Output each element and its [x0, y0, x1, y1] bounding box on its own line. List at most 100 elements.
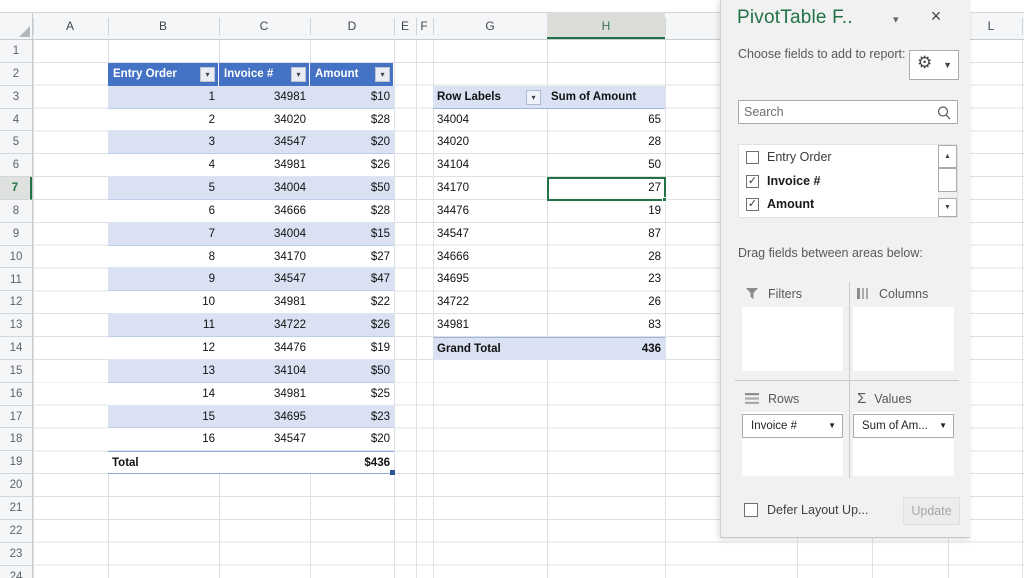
column-header-G[interactable]: G [485, 13, 494, 39]
table-cell[interactable]: $28 [310, 109, 394, 132]
row-header-10[interactable]: 10 [0, 246, 32, 269]
pivot-label-cell[interactable]: 34722 [433, 291, 547, 314]
total-empty-cell[interactable] [219, 452, 310, 475]
table-resize-handle[interactable] [390, 470, 395, 475]
row-header-24[interactable]: 24 [0, 566, 32, 578]
table-cell[interactable]: $26 [310, 154, 394, 177]
table-cell[interactable]: 34981 [219, 383, 310, 406]
table-cell[interactable]: 2 [108, 109, 219, 132]
table-cell[interactable]: 34981 [219, 86, 310, 109]
table-cell[interactable]: $23 [310, 406, 394, 429]
filter-dropdown-icon[interactable]: ▾ [200, 67, 215, 82]
table-cell[interactable]: $28 [310, 200, 394, 223]
column-header-E[interactable]: E [401, 13, 409, 39]
filters-drop-area[interactable] [742, 307, 843, 371]
row-header-8[interactable]: 8 [0, 200, 32, 223]
row-header-21[interactable]: 21 [0, 497, 32, 520]
table-cell[interactable]: $20 [310, 428, 394, 451]
row-header-3[interactable]: 3 [0, 86, 32, 109]
table-cell[interactable]: 34547 [219, 428, 310, 451]
row-header-15[interactable]: 15 [0, 360, 32, 383]
table-cell[interactable]: 15 [108, 406, 219, 429]
table-cell[interactable]: 5 [108, 177, 219, 200]
row-header-23[interactable]: 23 [0, 543, 32, 566]
pane-options-caret-icon[interactable]: ▾ [893, 13, 899, 26]
row-header-18[interactable]: 18 [0, 428, 32, 451]
update-button[interactable]: Update [903, 497, 960, 525]
pivot-label-cell[interactable]: 34020 [433, 131, 547, 154]
field-checkbox[interactable] [746, 151, 759, 164]
pivot-value-cell[interactable]: 28 [547, 246, 665, 269]
fill-handle[interactable] [662, 197, 667, 202]
table-cell[interactable]: 34981 [219, 291, 310, 314]
pivot-label-cell[interactable]: 34104 [433, 154, 547, 177]
columns-drop-area[interactable] [853, 307, 954, 371]
table-cell[interactable]: 4 [108, 154, 219, 177]
values-field-pill[interactable]: Sum of Am... ▼ [853, 414, 954, 438]
defer-layout-checkbox[interactable] [744, 503, 758, 517]
row-labels-dropdown-icon[interactable]: ▾ [526, 90, 541, 105]
grand-total-value-cell[interactable]: 436 [547, 338, 665, 361]
table-cell[interactable]: 34981 [219, 154, 310, 177]
pivot-label-cell[interactable]: 34170 [433, 177, 547, 200]
table-cell[interactable]: 6 [108, 200, 219, 223]
row-header-12[interactable]: 12 [0, 291, 32, 314]
pivot-value-cell[interactable]: 50 [547, 154, 665, 177]
table-cell[interactable]: $20 [310, 131, 394, 154]
row-header-1[interactable]: 1 [0, 40, 32, 63]
search-input[interactable] [744, 102, 929, 122]
table-cell[interactable]: 8 [108, 246, 219, 269]
table-cell[interactable]: 11 [108, 314, 219, 337]
pivot-label-cell[interactable]: 34476 [433, 200, 547, 223]
column-header-F[interactable]: F [420, 13, 427, 39]
pivot-label-cell[interactable]: 34004 [433, 109, 547, 132]
pivot-value-cell[interactable]: 23 [547, 268, 665, 291]
total-value-cell[interactable]: $436 [310, 452, 394, 475]
row-header-6[interactable]: 6 [0, 154, 32, 177]
table-cell[interactable]: 34722 [219, 314, 310, 337]
table-cell[interactable]: 16 [108, 428, 219, 451]
row-header-14[interactable]: 14 [0, 337, 32, 360]
scrollbar-thumb[interactable] [938, 168, 957, 192]
select-all-corner[interactable] [0, 13, 33, 40]
column-header-L[interactable]: L [988, 13, 995, 39]
table-cell[interactable]: 10 [108, 291, 219, 314]
table-cell[interactable]: $19 [310, 337, 394, 360]
table-cell[interactable]: 34004 [219, 223, 310, 246]
table-cell[interactable]: 13 [108, 360, 219, 383]
table-cell[interactable]: 3 [108, 131, 219, 154]
column-header-A[interactable]: A [66, 13, 74, 39]
row-header-17[interactable]: 17 [0, 406, 32, 429]
table-cell[interactable]: 1 [108, 86, 219, 109]
table-cell[interactable]: $50 [310, 177, 394, 200]
column-header-C[interactable]: C [260, 13, 269, 39]
pivot-label-cell[interactable]: 34547 [433, 223, 547, 246]
table-cell[interactable]: 12 [108, 337, 219, 360]
table-cell[interactable]: $10 [310, 86, 394, 109]
table-cell[interactable]: $22 [310, 291, 394, 314]
row-header-7[interactable]: 7 [0, 177, 32, 200]
row-header-9[interactable]: 9 [0, 223, 32, 246]
pivot-value-cell[interactable]: 19 [547, 200, 665, 223]
table-cell[interactable]: 34104 [219, 360, 310, 383]
table-cell[interactable]: 34547 [219, 268, 310, 291]
field-item-amount[interactable]: ✓Amount [739, 193, 937, 216]
table-cell[interactable]: 7 [108, 223, 219, 246]
pivot-value-cell[interactable]: 65 [547, 109, 665, 132]
table-cell[interactable]: $50 [310, 360, 394, 383]
pivot-value-cell[interactable]: 83 [547, 314, 665, 337]
pivot-value-cell[interactable]: 28 [547, 131, 665, 154]
tools-button[interactable]: ⚙ ▼ [909, 50, 959, 80]
pivot-label-cell[interactable]: 34666 [433, 246, 547, 269]
scroll-up-icon[interactable]: ▲ [938, 145, 957, 168]
field-checkbox[interactable]: ✓ [746, 198, 759, 211]
table-cell[interactable]: 34004 [219, 177, 310, 200]
field-item-invoice-[interactable]: ✓Invoice # [739, 170, 937, 193]
pivot-label-cell[interactable]: 34695 [433, 268, 547, 291]
total-label-cell[interactable]: Total [108, 452, 219, 475]
table-cell[interactable]: $25 [310, 383, 394, 406]
pivot-value-cell[interactable]: 26 [547, 291, 665, 314]
row-header-20[interactable]: 20 [0, 474, 32, 497]
row-header-4[interactable]: 4 [0, 109, 32, 132]
table-cell[interactable]: 34666 [219, 200, 310, 223]
